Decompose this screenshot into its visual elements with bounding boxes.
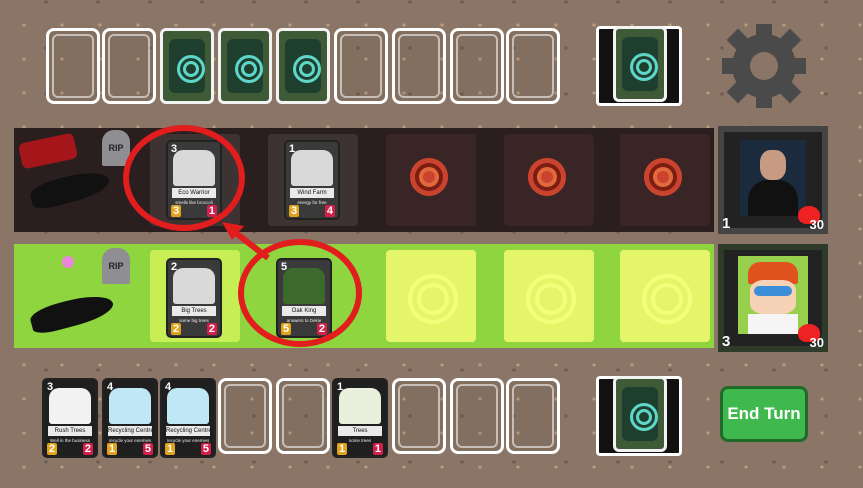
- card-name: Recycling Centre: [108, 426, 152, 436]
- hand-card-recycling-centre[interactable]: 4 Recycling Centre recycle your enemies …: [160, 378, 216, 458]
- hand-slot-empty: [218, 378, 272, 454]
- card-attack: 1: [165, 443, 176, 455]
- player-deck[interactable]: [596, 376, 682, 456]
- card-name: Rush Trees: [48, 426, 92, 436]
- card-name: Trees: [338, 426, 382, 436]
- card-cost: 1: [337, 381, 344, 393]
- card-art: [49, 388, 91, 424]
- card-health: 1: [372, 443, 383, 455]
- game-board: RIP 3 Eco Warrior smells like broccoli 3…: [0, 0, 863, 488]
- card-art: [339, 388, 381, 424]
- deck-card-back: [613, 376, 667, 452]
- card-name: Recycling Centre: [166, 426, 210, 436]
- card-health: 5: [142, 443, 153, 455]
- hand-slot-empty: [392, 378, 446, 454]
- card-health: 2: [82, 443, 93, 455]
- card-art: [167, 388, 209, 424]
- hand-slot-empty: [450, 378, 504, 454]
- attack-arrow: [230, 227, 270, 261]
- hand-card-rush-trees[interactable]: 3 Rush Trees Well in the business 2 2: [42, 378, 98, 458]
- card-health: 5: [200, 443, 211, 455]
- hand-slot-empty: [276, 378, 330, 454]
- card-attack: 1: [107, 443, 118, 455]
- attacker-ring: [238, 239, 362, 347]
- card-attack: 1: [337, 443, 348, 455]
- card-art: [109, 388, 151, 424]
- card-cost: 4: [165, 381, 172, 393]
- end-turn-button[interactable]: End Turn: [720, 386, 808, 442]
- card-cost: 4: [107, 381, 114, 393]
- hand-card-recycling-centre[interactable]: 4 Recycling Centre recycle your enemies …: [102, 378, 158, 458]
- hand-slot-empty: [506, 378, 560, 454]
- hand-card-trees[interactable]: 1 Trees some trees 1 1: [332, 378, 388, 458]
- target-ring: [123, 125, 245, 231]
- card-attack: 2: [47, 443, 58, 455]
- card-cost: 3: [47, 381, 54, 393]
